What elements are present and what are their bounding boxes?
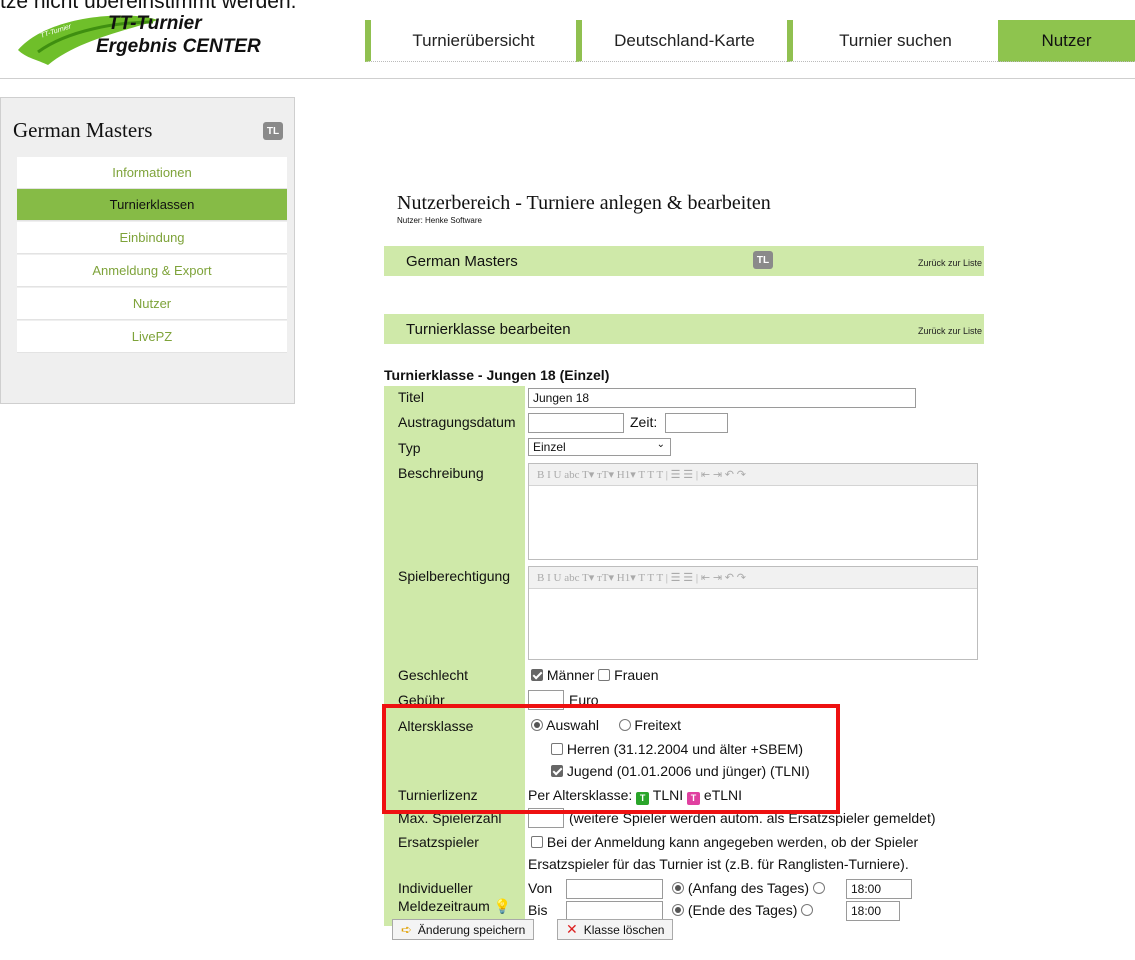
label-ersatzspieler: Ersatzspieler: [398, 834, 479, 850]
label-geschlecht: Geschlecht: [398, 667, 469, 683]
zeit-label: Zeit:: [630, 414, 658, 430]
tl-badge-icon: TL: [263, 122, 283, 140]
anfang-option: (Anfang des Tages): [672, 880, 825, 896]
datum-input[interactable]: [528, 413, 624, 433]
label-gebuehr: Gebühr: [398, 692, 445, 708]
back-to-list-link[interactable]: Zurück zur Liste: [918, 258, 982, 268]
label-titel: Titel: [398, 389, 424, 405]
bis-time-radio[interactable]: [801, 904, 814, 916]
tournament-bar: German Masters TL Zurück zur Liste: [384, 246, 984, 276]
herren-checkbox[interactable]: [551, 743, 563, 755]
label-meldezeitraum: Meldezeitraum 💡: [398, 898, 512, 914]
maenner-checkbox[interactable]: [531, 669, 543, 681]
herren-option: Herren (31.12.2004 und älter +SBEM): [551, 741, 803, 757]
sidebar-item-einbindung[interactable]: Einbindung: [17, 222, 287, 254]
header: TT-Turnier TT-Turnier Ergebnis CENTER Tu…: [0, 0, 1135, 79]
freitext-label: Freitext: [634, 717, 682, 733]
nav-turnieruebersicht[interactable]: Turnierübersicht: [365, 20, 576, 62]
label-typ: Typ: [398, 440, 421, 456]
bis-date-input[interactable]: [566, 901, 663, 921]
page-title: Nutzerbereich - Turniere anlegen & bearb…: [397, 192, 771, 214]
herren-label: Herren (31.12.2004 und älter +SBEM): [566, 741, 804, 757]
edit-class-bar: Turnierklasse bearbeiten Zurück zur List…: [384, 314, 984, 344]
logo-line1: TT-Turnier: [108, 13, 202, 34]
label-austragungsdatum: Austragungsdatum: [398, 414, 516, 430]
auswahl-label: Auswahl: [546, 717, 600, 733]
anfang-radio[interactable]: [672, 882, 684, 894]
gebuehr-input[interactable]: [528, 690, 564, 710]
sidebar-item-anmeldung-export[interactable]: Anmeldung & Export: [17, 255, 287, 287]
save-button[interactable]: ➪ Änderung speichern: [392, 919, 535, 940]
label-turnierlizenz: Turnierlizenz: [398, 787, 478, 803]
jugend-label: Jugend (01.01.2006 und jünger) (TLNI): [566, 763, 810, 779]
frauen-label: Frauen: [614, 667, 659, 683]
freitext-radio[interactable]: [618, 719, 631, 731]
auswahl-radio[interactable]: [531, 719, 543, 731]
max-spielerzahl-input[interactable]: [528, 808, 564, 828]
bis-label: Bis: [528, 902, 548, 918]
turnierlizenz-value: Per Altersklasse: T TLNI T eTLNI: [528, 787, 742, 805]
lightbulb-icon[interactable]: 💡: [494, 898, 511, 914]
label-spielberechtigung: Spielberechtigung: [398, 568, 511, 584]
von-label: Von: [528, 880, 553, 896]
logo-line2: Ergebnis CENTER: [96, 36, 261, 57]
von-date-input[interactable]: [566, 879, 663, 899]
tl-badge-icon: TL: [753, 251, 773, 269]
ersatz-line1: Bei der Anmeldung kann angegeben werden,…: [531, 834, 918, 850]
jugend-checkbox[interactable]: [551, 765, 563, 777]
altersklasse-mode: Auswahl Freitext: [531, 717, 681, 733]
nav-nutzer[interactable]: Nutzer: [998, 20, 1135, 62]
sidebar-title: German Masters: [13, 118, 153, 142]
tlni-license-icon: T: [636, 791, 650, 805]
von-time-input[interactable]: 18:00: [846, 879, 912, 899]
ende-radio[interactable]: [672, 904, 684, 916]
zeit-input[interactable]: [665, 413, 728, 433]
euro-label: Euro: [569, 692, 599, 708]
sidebar-item-turnierklassen[interactable]: Turnierklassen: [17, 189, 287, 221]
geschlecht-options: Männer Frauen: [531, 667, 659, 683]
etlni-label: eTLNI: [703, 787, 743, 803]
beschreibung-editor[interactable]: B I U abc T▾ тT▾ H1▾ T T T | ☰ ☰ | ⇤ ⇥ ↶…: [528, 463, 978, 560]
logo[interactable]: TT-Turnier TT-Turnier Ergebnis CENTER: [8, 10, 268, 72]
titel-input[interactable]: Jungen 18: [528, 388, 916, 408]
sidebar: German Masters TL Informationen Turnierk…: [0, 97, 295, 404]
typ-select[interactable]: Einzel ⌄: [528, 438, 671, 456]
edit-class-bar-title: Turnierklasse bearbeiten: [406, 320, 571, 338]
tlni-label: TLNI: [652, 787, 684, 803]
ersatz-line2: Ersatzspieler für das Turnier ist (z.B. …: [528, 856, 909, 872]
ende-option: (Ende des Tages): [672, 902, 814, 918]
arrow-right-icon: ➪: [401, 921, 412, 937]
close-icon: ✕: [566, 921, 578, 937]
maenner-label: Männer: [546, 667, 595, 683]
editor-toolbar[interactable]: B I U abc T▾ тT▾ H1▾ T T T | ☰ ☰ | ⇤ ⇥ ↶…: [529, 464, 977, 486]
sidebar-item-nutzer[interactable]: Nutzer: [17, 288, 287, 320]
editor-toolbar[interactable]: B I U abc T▾ тT▾ H1▾ T T T | ☰ ☰ | ⇤ ⇥ ↶…: [529, 567, 977, 589]
turnierlizenz-prefix: Per Altersklasse:: [528, 787, 633, 803]
ersatzspieler-checkbox[interactable]: [531, 836, 543, 848]
frauen-checkbox[interactable]: [598, 669, 611, 681]
label-max-spielerzahl: Max. Spielerzahl: [398, 810, 502, 826]
jugend-option: Jugend (01.01.2006 und jünger) (TLNI): [551, 763, 810, 779]
sidebar-item-livepz[interactable]: LivePZ: [17, 321, 287, 353]
nav-deutschland-karte[interactable]: Deutschland-Karte: [576, 20, 787, 62]
spielberechtigung-editor[interactable]: B I U abc T▾ тT▾ H1▾ T T T | ☰ ☰ | ⇤ ⇥ ↶…: [528, 566, 978, 660]
delete-class-button[interactable]: ✕ Klasse löschen: [557, 919, 674, 940]
etlni-license-icon: T: [687, 791, 701, 805]
von-time-radio[interactable]: [812, 882, 825, 894]
sidebar-item-informationen[interactable]: Informationen: [17, 157, 287, 189]
back-to-list-link[interactable]: Zurück zur Liste: [918, 326, 982, 336]
label-altersklasse: Altersklasse: [398, 718, 474, 734]
nav-turnier-suchen[interactable]: Turnier suchen: [787, 20, 998, 62]
tournament-bar-title: German Masters: [406, 252, 518, 270]
label-individueller: Individueller: [398, 880, 473, 896]
user-line: Nutzer: Henke Software: [397, 216, 482, 225]
label-beschreibung: Beschreibung: [398, 465, 484, 481]
bis-time-input[interactable]: 18:00: [846, 901, 900, 921]
max-note: (weitere Spieler werden autom. als Ersat…: [569, 810, 936, 826]
form-title: Turnierklasse - Jungen 18 (Einzel): [384, 367, 610, 383]
chevron-down-icon: ⌄: [656, 439, 665, 450]
